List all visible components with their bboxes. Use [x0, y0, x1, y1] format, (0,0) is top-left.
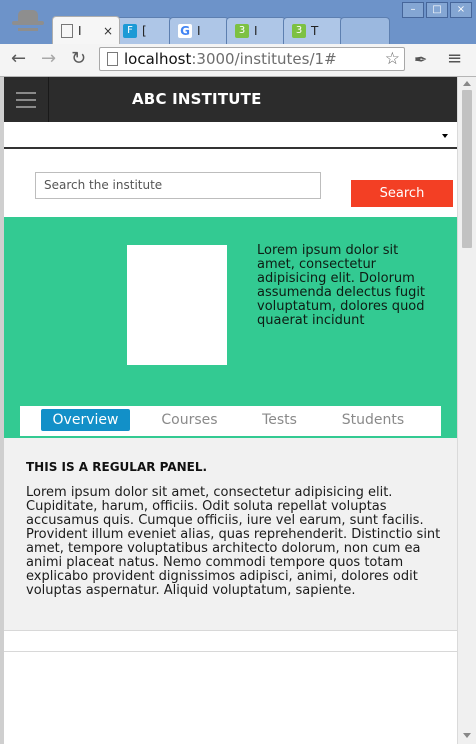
incognito-icon	[8, 10, 48, 38]
menu-icon[interactable]: ≡	[447, 48, 462, 69]
app-navbar: ABC INSTITUTE	[4, 77, 457, 122]
hamburger-menu-icon[interactable]	[4, 77, 49, 122]
browser-tab[interactable]: 3 T	[283, 17, 343, 44]
bookmark-star-icon[interactable]: ☆	[385, 49, 400, 69]
page-icon	[61, 23, 73, 38]
page-viewport: ABC INSTITUTE Search the institute Searc…	[4, 77, 457, 744]
regular-panel: THIS IS A REGULAR PANEL. Lorem ipsum dol…	[4, 438, 457, 631]
back-arrow-icon[interactable]: ←	[11, 49, 26, 69]
browser-titlebar: I × F [ G I 3 I 3 T – □ ×	[0, 0, 476, 44]
browser-tabstrip: I × F [ G I 3 I 3 T	[52, 14, 452, 44]
google-icon: G	[178, 24, 192, 38]
close-tab-icon[interactable]: ×	[103, 24, 113, 38]
browser-tab[interactable]: 3 I	[226, 17, 286, 44]
w3-icon: 3	[292, 24, 306, 38]
url-path: :3000/institutes/1#	[191, 50, 337, 68]
minimize-icon[interactable]: –	[402, 2, 424, 18]
panel-heading: THIS IS A REGULAR PANEL.	[26, 460, 208, 474]
browser-toolbar: ← → ↻ localhost:3000/institutes/1# ☆ ✒ ≡	[0, 44, 476, 77]
institute-logo	[127, 245, 227, 365]
scroll-down-icon[interactable]	[463, 733, 471, 738]
browser-tab[interactable]: G I	[169, 17, 229, 44]
tab-students[interactable]: Students	[334, 409, 412, 431]
caret-down-icon	[442, 134, 448, 138]
brand-title[interactable]: ABC INSTITUTE	[132, 77, 262, 122]
institute-select[interactable]	[4, 122, 457, 149]
scroll-up-icon[interactable]	[463, 81, 471, 86]
tab-title: I	[197, 24, 201, 38]
url-host: localhost	[124, 50, 192, 68]
institute-description: Lorem ipsum dolor sit amet, consectetur …	[257, 243, 426, 328]
search-input[interactable]: Search the institute	[35, 172, 321, 199]
tab-title: I	[78, 23, 82, 38]
w3-icon: 3	[235, 24, 249, 38]
close-window-icon[interactable]: ×	[450, 2, 472, 18]
favicon-f-icon: F	[123, 24, 137, 38]
tab-courses[interactable]: Courses	[153, 409, 226, 431]
tab-tests[interactable]: Tests	[252, 409, 307, 431]
vertical-scrollbar[interactable]	[457, 77, 476, 744]
institute-hero: Lorem ipsum dolor sit amet, consectetur …	[4, 217, 457, 438]
maximize-icon[interactable]: □	[426, 2, 448, 18]
panel-body: Lorem ipsum dolor sit amet, consectetur …	[26, 485, 441, 598]
reload-icon[interactable]: ↻	[71, 49, 86, 69]
tab-overview[interactable]: Overview	[41, 409, 130, 431]
address-bar[interactable]: localhost:3000/institutes/1# ☆	[99, 47, 405, 71]
new-tab-button[interactable]	[340, 17, 390, 44]
tab-title: I	[254, 24, 258, 38]
forward-arrow-icon[interactable]: →	[41, 49, 56, 69]
window-controls: – □ ×	[402, 2, 472, 18]
page-icon	[107, 52, 118, 66]
eyedropper-icon[interactable]: ✒	[414, 50, 427, 69]
search-button[interactable]: Search	[351, 180, 453, 207]
scrollbar-thumb[interactable]	[462, 90, 472, 248]
tab-title: [	[142, 24, 147, 38]
content-area	[4, 651, 457, 744]
tab-title: T	[311, 24, 319, 38]
browser-tab[interactable]: F [	[114, 17, 172, 44]
section-tabs: Overview Courses Tests Students	[20, 406, 441, 436]
browser-tab-active[interactable]: I ×	[52, 16, 120, 44]
